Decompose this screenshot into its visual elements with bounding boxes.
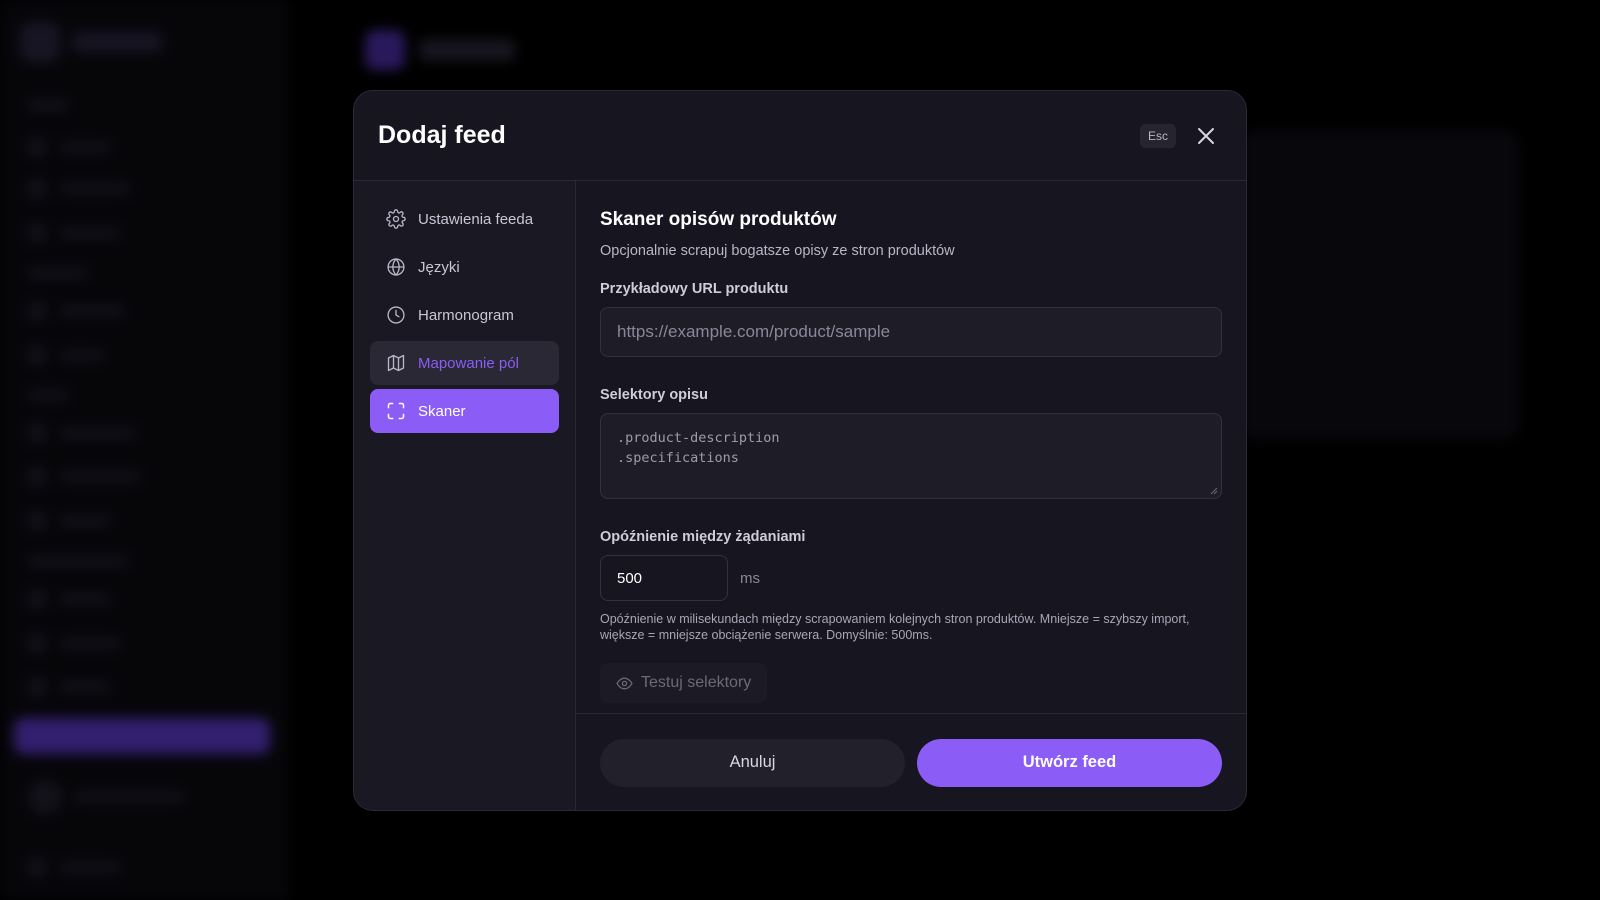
background-nav-item	[28, 100, 68, 110]
selector-line: .product-description	[617, 430, 780, 446]
tab-scanner[interactable]: Skaner	[370, 389, 559, 433]
create-feed-button[interactable]: Utwórz feed	[917, 738, 1222, 787]
background-nav-item	[28, 138, 110, 156]
description-selectors-textarea[interactable]: .product-description .specifications	[600, 413, 1222, 499]
delay-row: 500 ms	[600, 555, 1222, 601]
test-selectors-label: Testuj selektory	[641, 674, 752, 691]
delay-value: 500	[617, 569, 643, 587]
tab-label: Skaner	[418, 402, 466, 420]
background-nav-item	[28, 346, 104, 364]
cancel-button[interactable]: Anuluj	[600, 738, 905, 787]
close-button[interactable]	[1194, 124, 1218, 148]
background-logo	[20, 22, 162, 62]
section-title: Skaner opisów produktów	[600, 209, 837, 230]
product-url-input[interactable]: https://example.com/product/sample	[600, 307, 1222, 357]
tab-label: Mapowanie pól	[418, 354, 519, 372]
esc-key-badge: Esc	[1139, 123, 1176, 148]
background-nav-item	[28, 468, 140, 486]
tab-feed-settings[interactable]: Ustawienia feeda	[370, 197, 559, 241]
delay-unit: ms	[740, 569, 760, 587]
background-nav-item	[28, 302, 124, 320]
gear-icon	[386, 209, 406, 229]
tab-languages[interactable]: Języki	[370, 245, 559, 289]
modal-header: Dodaj feed Esc	[354, 91, 1246, 181]
test-selectors-button[interactable]: Testuj selektory	[600, 663, 768, 703]
modal-body: Ustawienia feeda Języki Harmonogram Mapo…	[354, 181, 1246, 810]
header-actions: Esc	[1139, 123, 1218, 148]
background-sidebar	[0, 0, 290, 900]
background-user	[28, 780, 184, 814]
add-feed-modal: Dodaj feed Esc Ustawienia feeda Języki H…	[353, 90, 1247, 811]
background-nav-item	[28, 678, 110, 696]
background-nav-item	[28, 224, 120, 242]
clock-icon	[386, 305, 406, 325]
scan-icon	[386, 401, 406, 421]
close-icon	[1198, 127, 1214, 144]
delay-input[interactable]: 500	[600, 555, 728, 601]
globe-icon	[386, 257, 406, 277]
delay-field-label: Opóźnienie między żądaniami	[600, 529, 806, 545]
background-nav-item	[28, 390, 68, 400]
resize-handle-icon[interactable]	[1210, 487, 1218, 495]
delay-help-text: Opóźnienie w milisekundach między scrapo…	[600, 612, 1190, 642]
background-nav-item	[28, 556, 128, 566]
product-url-placeholder: https://example.com/product/sample	[617, 322, 891, 341]
tab-schedule[interactable]: Harmonogram	[370, 293, 559, 337]
modal-footer: Anuluj Utwórz feed	[576, 713, 1246, 810]
tab-label: Harmonogram	[418, 306, 514, 324]
background-nav-item	[28, 512, 110, 530]
eye-icon	[616, 677, 633, 689]
background-nav-active-item	[14, 718, 270, 754]
settings-tabs: Ustawienia feeda Języki Harmonogram Mapo…	[354, 181, 576, 810]
tab-label: Języki	[418, 258, 460, 276]
background-nav-item	[28, 180, 130, 198]
scanner-panel: Skaner opisów produktów Opcjonalnie scra…	[576, 181, 1246, 810]
background-nav-item	[28, 858, 120, 876]
modal-title: Dodaj feed	[378, 121, 506, 149]
background-card	[1240, 130, 1520, 440]
map-icon	[386, 353, 406, 373]
url-field-label: Przykładowy URL produktu	[600, 281, 789, 297]
selectors-field-label: Selektory opisu	[600, 387, 708, 403]
background-header	[365, 30, 515, 70]
background-nav-item	[28, 634, 120, 652]
tab-label: Ustawienia feeda	[418, 210, 534, 228]
section-description: Opcjonalnie scrapuj bogatsze opisy ze st…	[600, 243, 955, 259]
selector-line: .specifications	[617, 450, 739, 466]
background-nav-item	[28, 268, 88, 278]
background-nav-item	[28, 424, 136, 442]
background-nav-item	[28, 590, 110, 608]
tab-field-mapping[interactable]: Mapowanie pól	[370, 341, 559, 385]
